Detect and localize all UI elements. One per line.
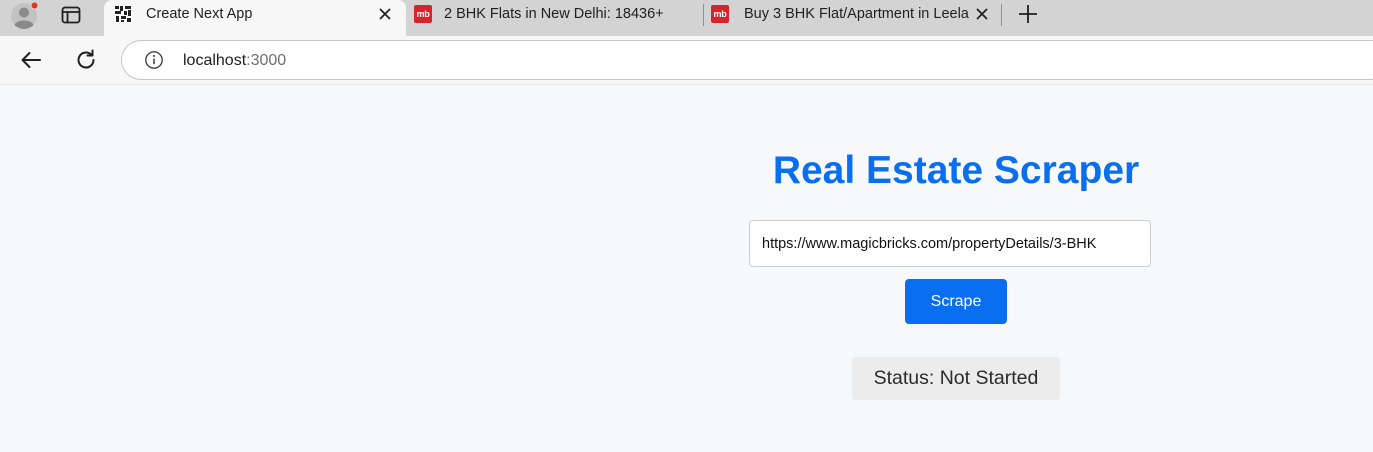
tab-actions-menu-icon[interactable] [60, 4, 82, 26]
tab-title: Create Next App [146, 6, 253, 22]
property-url-input[interactable] [749, 220, 1151, 267]
nextjs-favicon-icon [114, 5, 132, 23]
page-title: Real Estate Scraper [772, 149, 1140, 192]
browser-toolbar: localhost:3000 [0, 36, 1373, 84]
reload-icon[interactable] [74, 48, 98, 72]
url-port: :3000 [246, 52, 287, 69]
status-indicator: Status: Not Started [852, 357, 1060, 400]
url-host: localhost [183, 52, 247, 69]
close-tab-icon[interactable] [974, 6, 990, 22]
magicbricks-favicon-icon: mb [711, 5, 729, 23]
magicbricks-favicon-icon: mb [414, 5, 432, 23]
tab-create-next-app[interactable]: Create Next App [104, 0, 406, 36]
page-content: Real Estate Scraper Scrape Status: Not S… [0, 84, 1373, 452]
site-info-icon[interactable] [144, 50, 164, 70]
tab-title: 2 BHK Flats in New Delhi: 18436+ [444, 6, 664, 22]
profile-avatar-icon[interactable] [9, 1, 39, 31]
tab-2-bhk-flats[interactable]: mb 2 BHK Flats in New Delhi: 18436+ [406, 0, 702, 36]
address-bar[interactable]: localhost:3000 [121, 40, 1373, 80]
tab-separator [1001, 4, 1002, 26]
scrape-button[interactable]: Scrape [905, 279, 1007, 324]
address-url: localhost:3000 [183, 51, 286, 71]
back-arrow-icon[interactable] [19, 48, 43, 72]
browser-tab-strip: Create Next App mb 2 BHK Flats in New De… [0, 0, 1373, 36]
close-tab-icon[interactable] [377, 6, 393, 22]
tab-title: Buy 3 BHK Flat/Apartment in Leela [744, 6, 969, 22]
tab-buy-3-bhk[interactable]: mb Buy 3 BHK Flat/Apartment in Leela [704, 0, 1002, 36]
new-tab-plus-icon[interactable] [1017, 3, 1039, 25]
